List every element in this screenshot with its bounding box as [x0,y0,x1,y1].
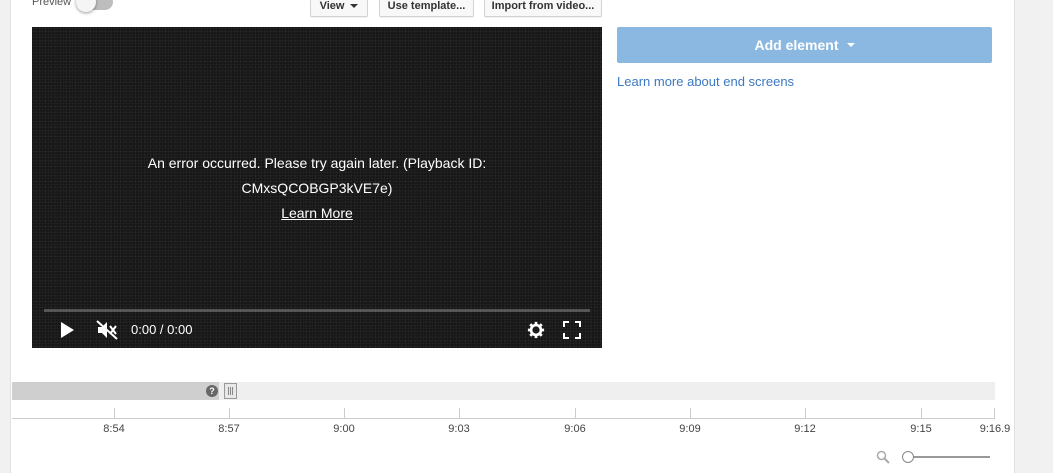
help-icon[interactable]: ? [206,385,218,397]
use-template-button[interactable]: Use template... [379,0,474,17]
preview-toggle[interactable] [76,0,113,12]
import-label: Import from video... [491,0,595,12]
timeline-ruler [12,418,995,419]
zoom-slider-knob[interactable] [902,451,914,463]
fullscreen-icon[interactable] [563,320,581,345]
tick-label: 9:12 [794,423,816,435]
view-button-label: View [319,0,345,12]
tick-label: 9:06 [564,423,586,435]
ruler-tick [229,408,230,418]
ruler-tick [459,408,460,418]
learn-more-link[interactable]: Learn More [32,201,602,226]
learn-more-end-screens-link[interactable]: Learn more about end screens [617,74,794,89]
error-line-2: CMxsQCOBGP3kVE7e) [241,180,393,196]
add-element-label: Add element [754,37,839,53]
tick-label: 9:15 [910,423,932,435]
tick-label: 9:00 [333,423,355,435]
ruler-tick [805,408,806,418]
settings-icon[interactable] [527,320,545,345]
tick-label: 9:16.9 [979,423,1011,435]
tick-label: 8:54 [103,423,125,435]
ruler-tick [575,408,576,418]
ruler-tick [344,408,345,418]
video-player[interactable]: An error occurred. Please try again late… [32,27,602,348]
import-from-video-button[interactable]: Import from video... [484,0,602,17]
tick-label: 8:57 [218,423,240,435]
chevron-down-icon [846,43,855,47]
chevron-down-icon [350,3,359,8]
ruler-tick [690,408,691,418]
timeline-drag-handle[interactable] [224,383,237,399]
error-message: An error occurred. Please try again late… [32,151,602,226]
play-icon[interactable] [58,320,76,345]
zoom-search-icon [876,450,890,469]
add-element-button[interactable]: Add element [617,27,992,63]
ruler-tick [921,408,922,418]
progress-bar[interactable] [44,309,590,312]
error-line-1: An error occurred. Please try again late… [147,155,487,171]
use-template-label: Use template... [387,0,466,12]
muted-icon[interactable] [96,320,118,345]
view-button[interactable]: View [310,0,368,17]
tick-label: 9:03 [448,423,470,435]
zoom-slider[interactable] [908,456,990,458]
timeline-selected-range [12,382,219,400]
time-display: 0:00 / 0:00 [131,322,193,337]
tick-label: 9:09 [679,423,701,435]
ruler-tick [114,408,115,418]
preview-label: Preview [32,0,72,8]
ruler-tick [994,408,995,418]
timeline-track[interactable]: ? [12,382,995,400]
